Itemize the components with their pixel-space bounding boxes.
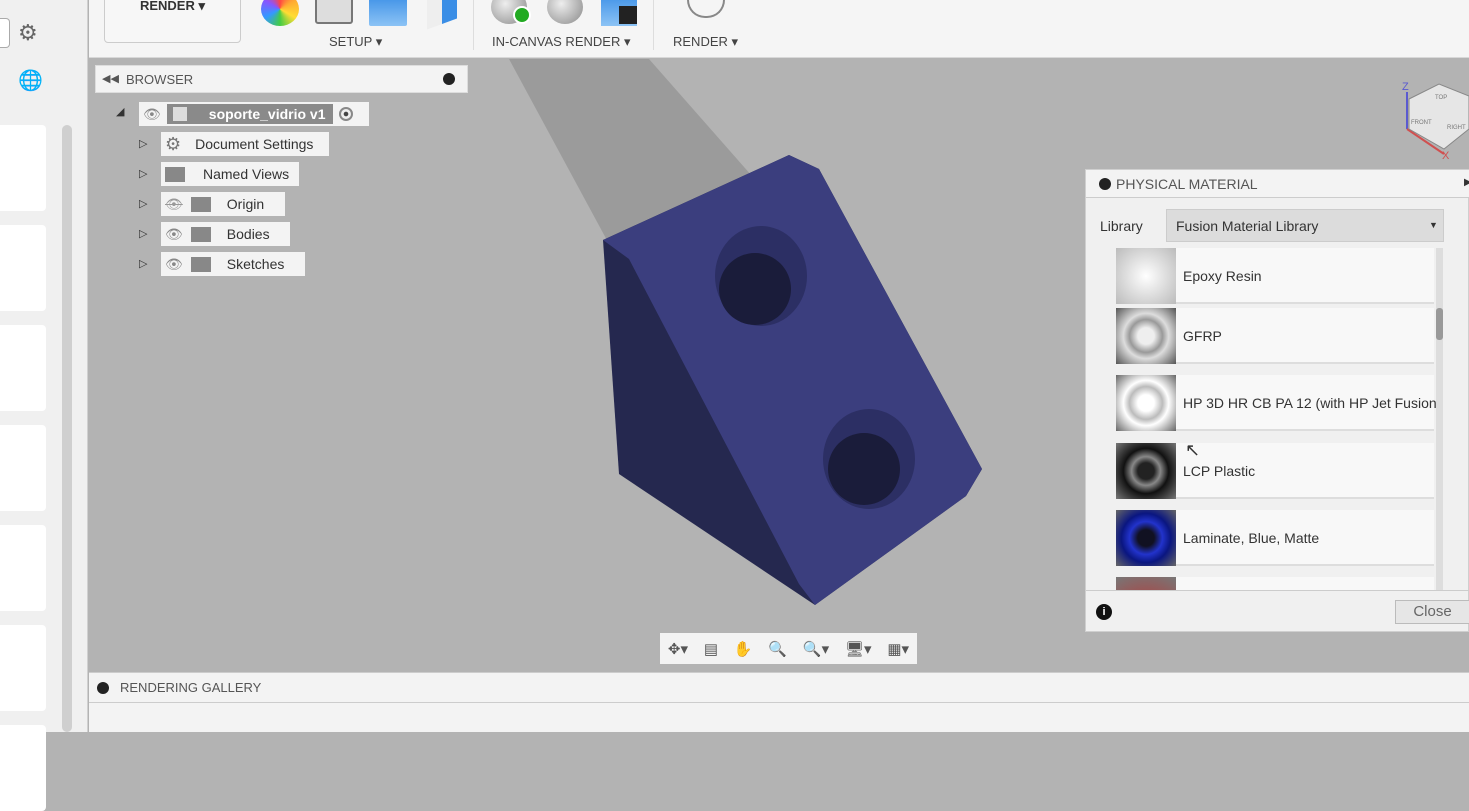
library-select[interactable]: Fusion Material Library ▼ (1166, 209, 1444, 242)
left-sidebar: ⚙ 🌐 (0, 0, 88, 811)
mouse-cursor-icon: ↖ (1185, 440, 1201, 460)
render-menu[interactable]: RENDER ▾ (673, 34, 738, 50)
browser-panel-header[interactable]: ◀◀ BROWSER (95, 65, 468, 93)
sidebar-card[interactable] (0, 225, 46, 311)
material-thumbnail (1116, 577, 1176, 590)
in-canvas-render-menu[interactable]: IN-CANVAS RENDER ▾ (492, 34, 630, 50)
setup-menu[interactable]: SETUP ▾ (329, 34, 382, 50)
material-item[interactable]: GFRP (1116, 308, 1434, 364)
material-thumbnail (1116, 375, 1176, 431)
orbit-icon[interactable]: ✥▾ (668, 640, 688, 658)
panel-title: PHYSICAL MATERIAL (1116, 176, 1258, 192)
collapse-icon[interactable]: ◀◀ (102, 72, 119, 85)
svg-text:FRONT: FRONT (1411, 120, 1432, 126)
browser-title: BROWSER (126, 72, 194, 87)
material-thumbnail (1116, 510, 1176, 566)
display-settings-icon[interactable]: 🖥▾ (845, 640, 872, 658)
expand-icon[interactable]: ▷ (139, 197, 147, 210)
gear-icon[interactable]: ⚙ (18, 20, 38, 46)
collapse-triangle-icon[interactable]: ◢ (116, 105, 124, 118)
expand-icon[interactable]: ▷ (139, 137, 147, 150)
chevron-down-icon: ▼ (1429, 220, 1438, 230)
in-canvas-render-icon[interactable] (491, 0, 531, 24)
browser-root-node[interactable]: 👁 soporte_vidrio v1 (139, 102, 369, 126)
folder-icon (190, 256, 211, 272)
sidebar-scrollbar[interactable] (62, 125, 72, 732)
sidebar-card[interactable] (0, 125, 46, 211)
look-at-icon[interactable]: ▤ (704, 640, 718, 658)
hole (719, 253, 791, 325)
sidebar-card[interactable] (0, 725, 46, 811)
workspace-menu[interactable]: RENDER ▾ (104, 0, 241, 43)
root-label: soporte_vidrio v1 (208, 106, 326, 122)
sidebar-card[interactable] (0, 625, 46, 711)
minimize-icon[interactable] (1099, 178, 1111, 190)
material-item[interactable]: Epoxy Resin (1116, 248, 1434, 304)
capture-image-icon[interactable] (601, 0, 637, 26)
gallery-title: RENDERING GALLERY (120, 680, 262, 695)
material-list: Epoxy Resin GFRP HP 3D HR CB PA 12 (with… (1086, 248, 1469, 590)
material-scrollbar[interactable] (1436, 248, 1443, 590)
sidebar-card[interactable] (0, 525, 46, 611)
library-label: Library (1100, 218, 1143, 234)
material-item[interactable]: HP 3D HR CB PA 12 (with HP Jet Fusion (1116, 375, 1437, 431)
zoom-icon[interactable]: 🔍 (768, 640, 787, 658)
material-thumbnail (1116, 443, 1176, 499)
scroll-thumb[interactable] (1436, 308, 1443, 340)
browser-item-named-views[interactable]: Named Views (161, 162, 299, 186)
svg-text:X: X (1442, 150, 1450, 162)
panel-header: PHYSICAL MATERIAL ▶ (1086, 170, 1469, 198)
eye-icon[interactable]: 👁 (143, 106, 161, 123)
decal-icon[interactable] (427, 0, 457, 30)
fit-icon[interactable]: 🔍▾ (803, 640, 829, 658)
folder-icon (190, 226, 211, 242)
expand-icon[interactable]: ▷ (139, 257, 147, 270)
sidebar-tab[interactable] (0, 18, 10, 48)
browser-item-origin[interactable]: 👁 Origin (161, 192, 285, 216)
browser-item-document-settings[interactable]: ⚙ Document Settings (161, 132, 329, 156)
pan-icon[interactable]: ✋ (734, 640, 753, 658)
browser-item-bodies[interactable]: 👁 Bodies (161, 222, 290, 246)
eye-hidden-icon[interactable]: 👁 (165, 196, 183, 213)
material-item[interactable] (1116, 577, 1434, 590)
sidebar-card[interactable] (0, 425, 46, 511)
gear-icon: ⚙ (165, 133, 182, 154)
viewcube: Z X TOP FRONT RIGHT (1402, 81, 1469, 162)
close-button[interactable]: Close (1395, 600, 1469, 624)
material-item[interactable]: Laminate, Blue, Matte (1116, 510, 1434, 566)
material-item[interactable]: LCP Plastic (1116, 443, 1434, 499)
material-thumbnail (1116, 308, 1176, 364)
appearance-icon[interactable] (261, 0, 299, 26)
navigation-bar: ✥▾ ▤ ✋ 🔍 🔍▾ 🖥▾ ▦▾ (660, 633, 917, 664)
svg-text:Z: Z (1402, 81, 1409, 93)
eye-icon[interactable]: 👁 (165, 256, 183, 273)
rendering-gallery: RENDERING GALLERY (89, 672, 1469, 732)
info-icon[interactable]: i (1096, 604, 1112, 620)
folder-icon (165, 166, 185, 182)
minimize-icon[interactable] (97, 682, 109, 694)
in-canvas-settings-icon[interactable] (547, 0, 583, 24)
hole (828, 433, 900, 505)
expand-arrow-icon[interactable]: ▶ (1464, 177, 1469, 188)
teapot-render-icon[interactable] (687, 0, 725, 18)
expand-icon[interactable]: ▷ (139, 227, 147, 240)
toolbar: RENDER ▾ SETUP ▾ IN-CANVAS RENDER ▾ REND… (89, 0, 1469, 58)
expand-icon[interactable]: ▷ (139, 167, 147, 180)
minimize-icon[interactable] (443, 73, 455, 85)
texture-map-icon[interactable] (369, 0, 407, 26)
activate-radio[interactable] (338, 107, 353, 121)
sidebar-card[interactable] (0, 325, 46, 411)
material-thumbnail (1116, 248, 1176, 304)
grid-icon[interactable]: ▦▾ (887, 640, 909, 658)
component-icon (172, 107, 187, 121)
svg-text:TOP: TOP (1435, 95, 1447, 101)
browser-item-sketches[interactable]: 👁 Sketches (161, 252, 305, 276)
physical-material-panel: PHYSICAL MATERIAL ▶ Library Fusion Mater… (1085, 169, 1469, 632)
folder-icon (190, 196, 211, 212)
scene-settings-icon[interactable] (315, 0, 353, 24)
globe-icon[interactable]: 🌐 (18, 68, 43, 93)
eye-icon[interactable]: 👁 (165, 226, 183, 243)
svg-text:RIGHT: RIGHT (1447, 125, 1466, 131)
